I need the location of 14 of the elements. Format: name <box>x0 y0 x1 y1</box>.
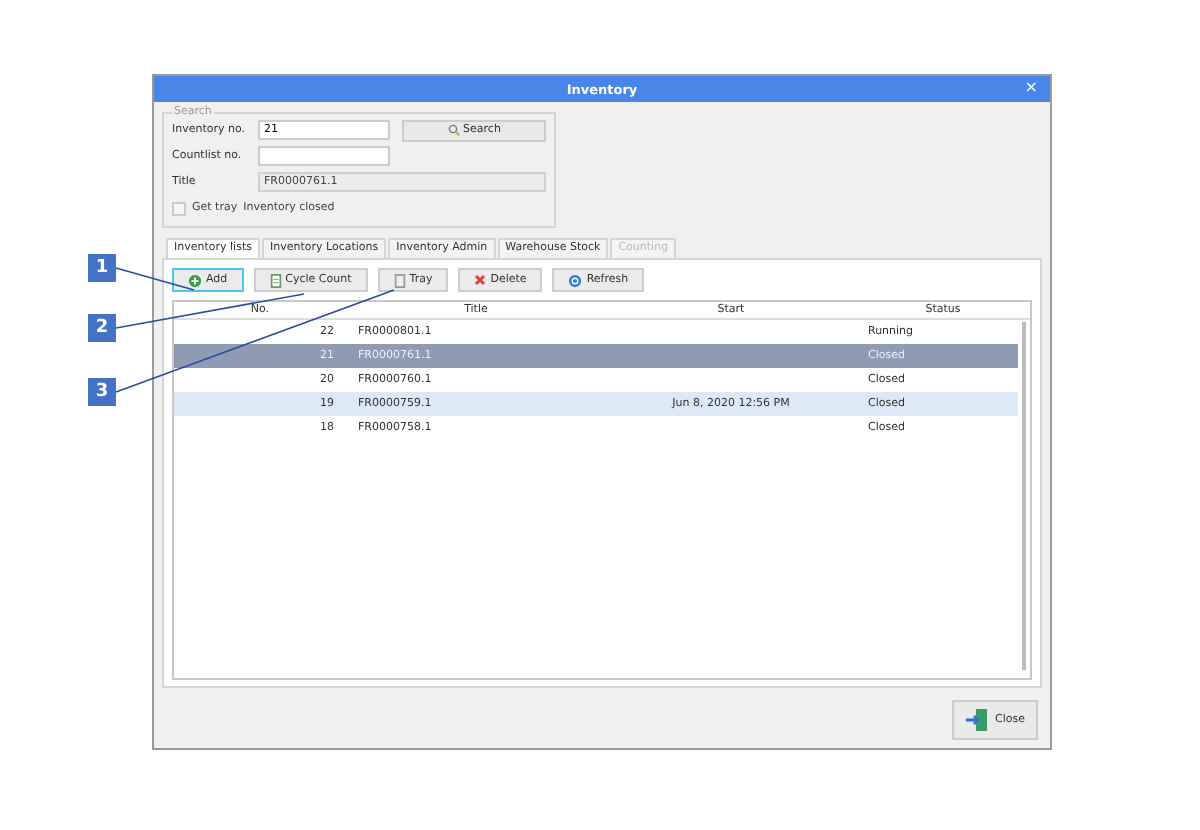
list-icon <box>269 273 282 287</box>
callout-number: 1 <box>88 254 116 282</box>
scrollbar[interactable] <box>1022 322 1026 670</box>
close-button[interactable]: × <box>1024 76 1038 100</box>
get-tray-checkbox[interactable] <box>172 201 186 215</box>
cross-icon <box>474 274 487 286</box>
document-icon <box>393 273 406 287</box>
callout-number: 3 <box>88 378 116 406</box>
exit-icon <box>965 708 987 732</box>
plus-icon <box>188 273 202 287</box>
refresh-icon <box>568 273 583 287</box>
countlist-no-field[interactable] <box>258 146 390 166</box>
callout-number: 2 <box>88 314 116 342</box>
search-icon <box>447 124 460 136</box>
